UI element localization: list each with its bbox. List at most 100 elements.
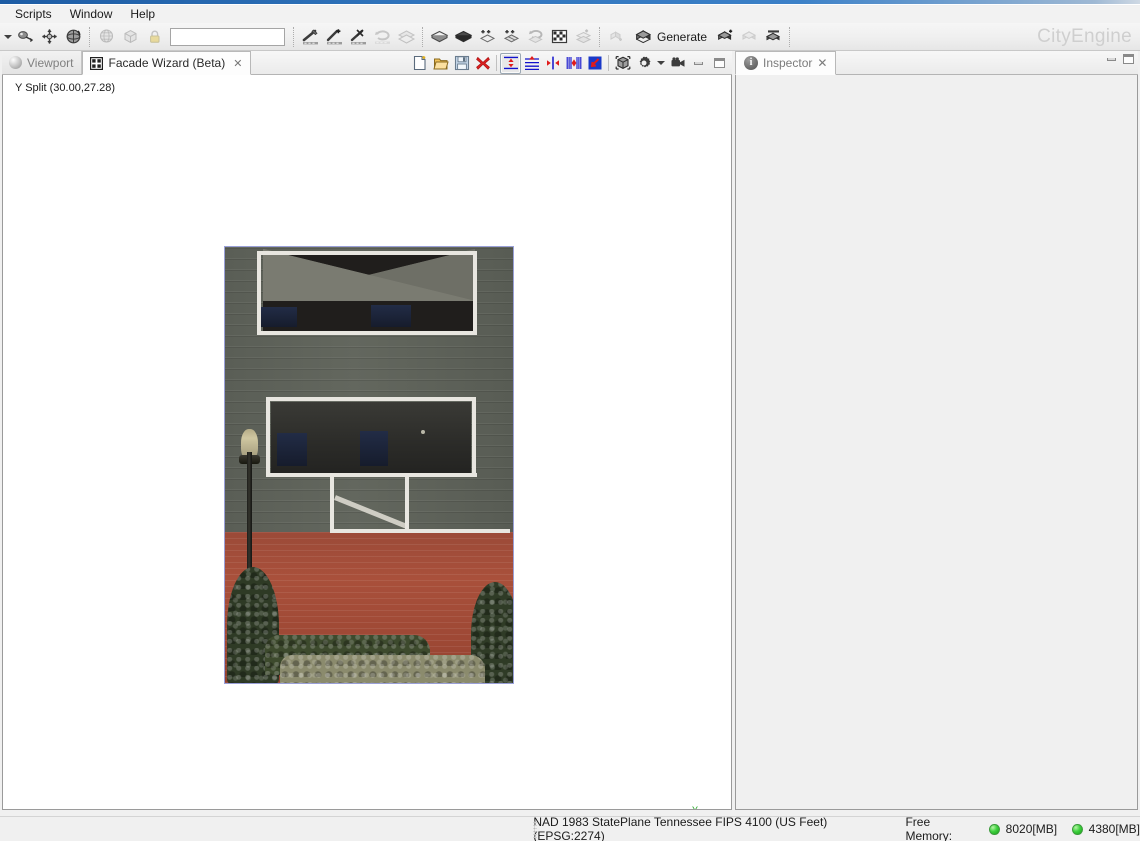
split-region-porch[interactable]	[266, 397, 476, 477]
minimize-button[interactable]	[688, 53, 709, 74]
statusbar: NAD 1983 StatePlane Tennessee FIPS 4100 …	[0, 815, 1140, 841]
horizontal-split-button[interactable]	[500, 52, 521, 74]
split-edge-bottom[interactable]	[330, 529, 510, 533]
toolbar-group-scene	[94, 24, 166, 50]
grid-icon	[90, 56, 104, 70]
tab-inspector[interactable]: i Inspector ✕	[735, 51, 837, 75]
dropdown-arrow-icon[interactable]	[2, 25, 13, 49]
new-facade-button[interactable]	[409, 53, 430, 74]
view-3d-button[interactable]	[612, 53, 633, 74]
tab-inspector-label: Inspector	[763, 56, 813, 70]
move-tool-icon[interactable]	[37, 25, 61, 49]
texture-checker-icon[interactable]	[547, 25, 571, 49]
maximize-icon[interactable]	[1123, 54, 1134, 64]
memory-value-free: 4380[MB]	[1088, 822, 1140, 836]
menu-scripts[interactable]: Scripts	[6, 6, 61, 23]
sphere-icon	[9, 56, 22, 69]
select-tool-icon[interactable]	[13, 25, 37, 49]
chevron-down-icon	[656, 61, 665, 65]
toolbar-group-street	[298, 24, 418, 50]
shape-extrude-icon[interactable]	[427, 25, 451, 49]
rotate-tool-icon[interactable]	[61, 25, 85, 49]
menu-window[interactable]: Window	[61, 6, 122, 23]
street-create-icon[interactable]	[298, 25, 322, 49]
maximize-icon	[714, 58, 725, 68]
info-icon: i	[744, 56, 758, 70]
select-region-button[interactable]	[584, 53, 605, 74]
toolbar-separator	[789, 26, 791, 47]
split-region-gable[interactable]	[257, 251, 477, 335]
camera-button[interactable]	[667, 53, 688, 74]
toolbar-separator	[608, 55, 609, 71]
maximize-button[interactable]	[709, 53, 730, 74]
shape-subdivide-icon[interactable]	[499, 25, 523, 49]
settings-button[interactable]	[633, 53, 654, 74]
status-resize-grip[interactable]	[533, 821, 537, 838]
hedge-front	[280, 655, 485, 683]
memory-value-total: 8020[MB]	[1005, 822, 1058, 836]
facade-wizard-canvas[interactable]: Y Split (30.00,27.28) Y	[2, 75, 732, 810]
left-editor-panel: Viewport Facade Wizard (Beta) ✕ Y Split …	[2, 51, 732, 810]
shape-cleanup-icon[interactable]	[571, 25, 595, 49]
facade-photo[interactable]	[224, 246, 514, 684]
model-ghost-icon[interactable]	[737, 25, 761, 49]
axis-gizmo: Y X	[687, 805, 731, 810]
toolbar-separator	[422, 26, 423, 47]
street-layer-icon[interactable]	[394, 25, 418, 49]
minimize-icon[interactable]	[1107, 57, 1116, 61]
shape-solid-icon[interactable]	[451, 25, 475, 49]
right-editor-panel: i Inspector ✕	[735, 51, 1138, 810]
toolbar-separator	[496, 55, 497, 71]
tab-close-icon[interactable]: ✕	[817, 56, 827, 70]
tab-facade-wizard[interactable]: Facade Wizard (Beta) ✕	[82, 51, 252, 75]
inspector-window-buttons	[1107, 54, 1134, 64]
search-input[interactable]	[170, 27, 285, 46]
citiyengine-window: Scripts Window Help Generate CityEngine …	[0, 0, 1140, 841]
vertical-split-button[interactable]	[521, 53, 542, 74]
shape-add-icon[interactable]	[475, 25, 499, 49]
model-delete-icon[interactable]	[761, 25, 785, 49]
memory-group: Free Memory: 8020[MB] 4380[MB]	[905, 815, 1140, 841]
tab-viewport-label: Viewport	[27, 55, 74, 70]
generate-button[interactable]: Generate	[628, 25, 713, 49]
street-refresh-icon[interactable]	[370, 25, 394, 49]
memory-label: Free Memory:	[905, 815, 953, 841]
split-edge-left[interactable]	[330, 473, 334, 533]
app-brand-label: CityEngine	[1037, 26, 1132, 47]
toolbar-separator	[599, 26, 600, 47]
menu-help[interactable]: Help	[121, 6, 164, 23]
menubar: Scripts Window Help	[0, 6, 1140, 23]
memory-led-icon	[1072, 823, 1083, 835]
generate-icon	[635, 30, 652, 44]
main-toolbar: Generate	[0, 23, 1140, 51]
model-refresh-icon[interactable]	[604, 25, 628, 49]
inspector-content[interactable]	[735, 75, 1138, 810]
model-add-icon[interactable]	[713, 25, 737, 49]
inspector-tabstrip: i Inspector ✕	[735, 51, 1138, 75]
tab-viewport[interactable]: Viewport	[2, 51, 83, 74]
generate-label: Generate	[657, 29, 708, 44]
split-edge-mid[interactable]	[405, 473, 409, 533]
memory-led-icon	[989, 823, 1000, 835]
save-facade-button[interactable]	[451, 53, 472, 74]
street-delete-icon[interactable]	[346, 25, 370, 49]
open-facade-button[interactable]	[430, 53, 451, 74]
shape-refresh-icon[interactable]	[523, 25, 547, 49]
lock-icon[interactable]	[142, 25, 166, 49]
globe-icon[interactable]	[94, 25, 118, 49]
view-menu-button[interactable]	[654, 53, 667, 74]
tab-close-icon[interactable]: ✕	[233, 57, 242, 70]
split-info-label: Y Split (30.00,27.28)	[15, 82, 116, 94]
move-split-button[interactable]	[542, 53, 563, 74]
axis-y-label: Y	[692, 805, 699, 810]
toolbar-group-navigation	[2, 24, 85, 50]
left-tabstrip: Viewport Facade Wizard (Beta) ✕	[2, 51, 732, 75]
split-edge-top[interactable]	[405, 473, 477, 477]
street-add-icon[interactable]	[322, 25, 346, 49]
tab-facade-wizard-label: Facade Wizard (Beta)	[108, 56, 226, 70]
toolbar-separator	[293, 26, 294, 47]
toolbar-separator	[89, 26, 90, 47]
delete-facade-button[interactable]	[472, 53, 493, 74]
box-icon[interactable]	[118, 25, 142, 49]
repeat-split-button[interactable]	[563, 53, 584, 74]
